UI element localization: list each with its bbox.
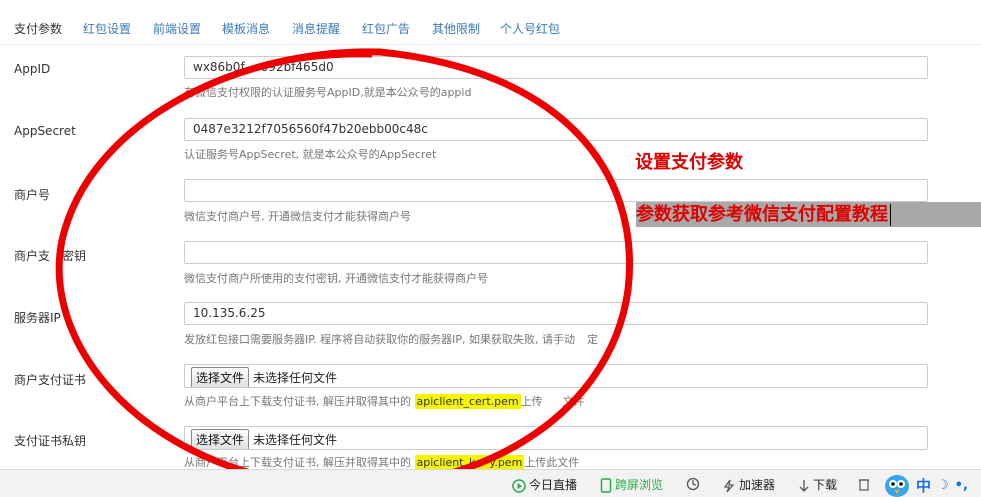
- live-label: 今日直播: [529, 478, 578, 492]
- browser-status-bar: 今日直播 跨屏浏览 加速器 下载 中 ☽ •,: [0, 469, 981, 497]
- appsecret-label: AppSecret: [14, 124, 76, 138]
- appid-hint: 有微信支付权限的认证服务号AppID,就是本公众号的appid: [184, 86, 472, 99]
- server-ip-input[interactable]: 10.135.6.25: [184, 302, 928, 325]
- tab-bar: 支付参数 红包设置 前端设置 模板消息 消息提醒 红包广告 其他限制 个人号红包: [0, 0, 981, 45]
- appsecret-hint: 认证服务号AppSecret, 就是本公众号的AppSecret: [184, 148, 437, 161]
- ime-chinese-mode[interactable]: 中: [916, 477, 931, 495]
- bird-mascot-icon: [885, 475, 909, 497]
- tab-message-alerts[interactable]: 消息提醒: [292, 20, 340, 37]
- appid-value-start: wx86b0f: [193, 60, 245, 74]
- key-hint: 从商户平台上下载支付证书, 解压并取得其中的 apiclient_k y.pem 上…: [184, 454, 579, 470]
- cert-hint: 从商户平台上下载支付证书, 解压并取得其中的 apiclient_cert.pe…: [184, 393, 585, 409]
- merchant-no-input[interactable]: [184, 179, 928, 202]
- pay-key-hint: 微信支付商户所使用的支付密钥, 开通微信支付才能获得商户号: [184, 272, 488, 285]
- annotation-subtitle: 参数获取参考微信支付配置教程: [636, 202, 981, 227]
- download-arrow-icon: [799, 479, 809, 492]
- key-label: 支付证书私钥: [14, 434, 87, 448]
- appid-value-end: 092bf465d0: [260, 60, 334, 74]
- tab-frontend-settings[interactable]: 前端设置: [153, 20, 201, 37]
- cert-filename-highlight: apiclient_cert.pem: [414, 394, 521, 409]
- lightning-icon: [723, 479, 735, 492]
- key-choose-file-button[interactable]: 选择文件: [191, 429, 250, 449]
- pay-key-label: 商户支 密钥: [14, 247, 86, 264]
- tab-template-messages[interactable]: 模板消息: [222, 20, 270, 37]
- download-button[interactable]: 下载: [798, 476, 837, 493]
- refresh-button[interactable]: [686, 476, 703, 491]
- annotation-title: 设置支付参数: [635, 152, 743, 173]
- annotation-subtitle-text: 参数获取参考微信支付配置教程: [636, 204, 888, 225]
- key-filename-highlight: apiclient_k y.pem: [414, 455, 525, 470]
- cert-choose-file-button[interactable]: 选择文件: [191, 367, 250, 387]
- key-hint-pre: 从商户平台上下载支付证书, 解压并取得其中的: [184, 456, 411, 469]
- trash-icon: [859, 478, 869, 491]
- accelerator-button[interactable]: 加速器: [722, 476, 775, 493]
- accelerator-label: 加速器: [739, 478, 776, 492]
- cert-no-file-text: 未选择任何文件: [253, 371, 338, 385]
- refresh-icon: [686, 477, 700, 490]
- phone-icon: [600, 478, 612, 493]
- cross-screen-label: 跨屏浏览: [615, 478, 664, 492]
- cert-hint-pre: 从商户平台上下载支付证书, 解压并取得其中的: [184, 395, 411, 408]
- moon-icon[interactable]: ☽: [937, 478, 949, 493]
- settings-page: 支付参数 红包设置 前端设置 模板消息 消息提醒 红包广告 其他限制 个人号红包…: [0, 0, 981, 497]
- cert-file-input[interactable]: 选择文件 未选择任何文件: [184, 364, 928, 388]
- merchant-no-hint: 微信支付商户号, 开通微信支付才能获得商户号: [184, 210, 411, 223]
- cross-screen-button[interactable]: 跨屏浏览: [600, 476, 663, 493]
- download-label: 下载: [813, 478, 838, 492]
- key-filename-start: apiclient_k: [416, 456, 476, 469]
- cert-label: 商户支付证书: [14, 373, 87, 387]
- server-ip-hint: 发放红包接口需要服务器IP. 程序将自动获取你的服务器IP, 如果获取失败, 请…: [184, 331, 598, 347]
- punctuation-icon[interactable]: •,: [955, 478, 968, 493]
- tab-other-limits[interactable]: 其他限制: [432, 20, 480, 37]
- server-ip-label: 服务器IP: [14, 311, 61, 325]
- merchant-no-label: 商户号: [14, 188, 51, 202]
- pay-key-label-end: 密钥: [62, 249, 87, 263]
- pay-key-input[interactable]: [184, 241, 928, 264]
- text-caret: [890, 204, 891, 226]
- server-ip-hint-end: 定: [587, 333, 599, 346]
- cert-hint-post-end: 文件: [562, 395, 585, 408]
- tab-redpacket-settings[interactable]: 红包设置: [83, 20, 131, 37]
- ime-toolbar[interactable]: 中 ☽ •,: [882, 472, 968, 497]
- cert-hint-post-start: 上传: [520, 395, 543, 408]
- key-filename-end: y.pem: [489, 456, 523, 469]
- tab-pay-params[interactable]: 支付参数: [14, 20, 62, 37]
- pay-key-label-start: 商户支: [14, 249, 51, 263]
- key-hint-post: 上传此文件: [524, 456, 580, 469]
- appid-input[interactable]: wx86b0f 092bf465d0: [184, 56, 928, 79]
- trash-button[interactable]: [858, 476, 873, 491]
- tab-redpacket-ads[interactable]: 红包广告: [362, 20, 410, 37]
- live-button[interactable]: 今日直播: [512, 476, 577, 493]
- key-no-file-text: 未选择任何文件: [253, 433, 338, 447]
- appsecret-input[interactable]: 0487e3212f7056560f47b20ebb00c48c: [184, 118, 928, 141]
- tab-personal-redpacket[interactable]: 个人号红包: [500, 20, 560, 37]
- appid-label: AppID: [14, 62, 51, 76]
- server-ip-hint-main: 发放红包接口需要服务器IP. 程序将自动获取你的服务器IP, 如果获取失败, 请…: [184, 333, 576, 346]
- key-file-input[interactable]: 选择文件 未选择任何文件: [184, 426, 928, 450]
- play-circle-icon: [512, 478, 526, 493]
